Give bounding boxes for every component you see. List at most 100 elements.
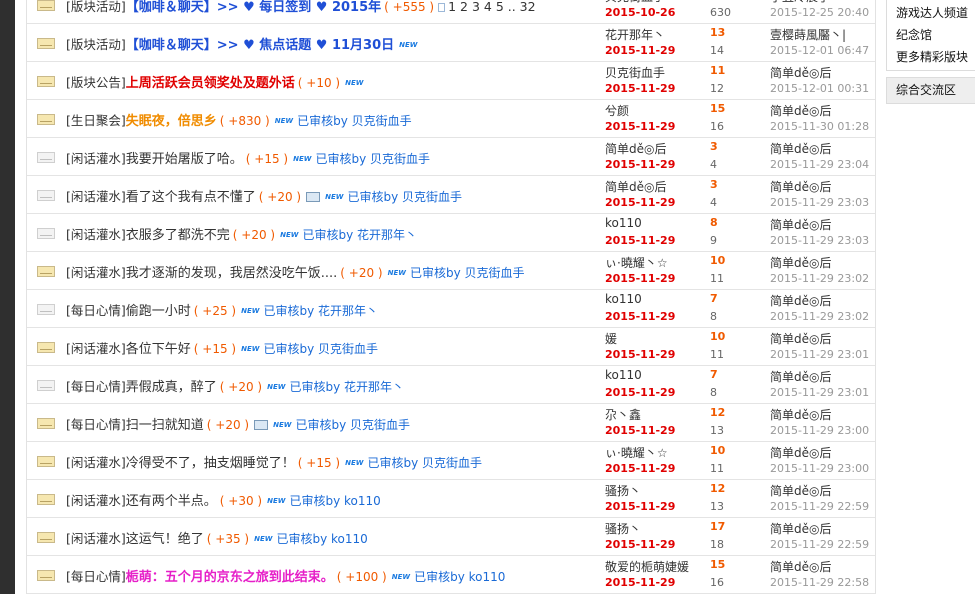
table-row[interactable]: [闲话灌水]这运气！绝了( +35 ) NEW 已审核by ko110 骚扬丶 2015…	[27, 518, 875, 556]
audit-status-link[interactable]: 已审核by 贝克街血手	[263, 342, 378, 356]
thread-last-post-time[interactable]: 2015-11-29 23:03	[770, 196, 869, 209]
envelope-hot-icon[interactable]	[37, 266, 55, 277]
thread-last-poster[interactable]: 简单dě◎后	[770, 292, 831, 309]
thread-author[interactable]: ぃ·曉耀丶☆	[605, 254, 668, 271]
table-row[interactable]: [版块公告]上周活跃会员领奖处及题外话( +10 ) NEW 贝克街血手 2015-1…	[27, 62, 875, 100]
thread-category[interactable]: [版块活动]	[66, 0, 126, 14]
thread-author[interactable]: 贝克街血手	[605, 64, 665, 81]
thread-category[interactable]: [闲话灌水]	[66, 455, 126, 470]
envelope-hot-icon[interactable]	[37, 0, 55, 11]
audit-status-link[interactable]: 已审核by 贝克街血手	[297, 114, 412, 128]
thread-last-post-time[interactable]: 2015-11-29 23:00	[770, 424, 869, 437]
envelope-hot-icon[interactable]	[37, 532, 55, 543]
thread-category[interactable]: [闲话灌水]	[66, 341, 126, 356]
envelope-hot-icon[interactable]	[37, 494, 55, 505]
table-row[interactable]: [每日心情]扫一扫就知道( +20 ) NEW 已审核by 贝克街血手 尕丶鑫 2015…	[27, 404, 875, 442]
thread-category[interactable]: [版块活动]	[66, 37, 126, 52]
thread-last-post-time[interactable]: 2015-11-29 22:58	[770, 576, 869, 589]
thread-title-link[interactable]: 【咖啡＆聊天】>> ♥ 每日签到 ♥ 2015年	[126, 0, 381, 15]
audit-status-link[interactable]: 已审核by 花开那年丶	[263, 304, 378, 318]
thread-category[interactable]: [闲话灌水]	[66, 151, 126, 166]
thread-category[interactable]: [闲话灌水]	[66, 227, 126, 242]
sidebar-link-game-channel[interactable]: 游戏达人频道	[887, 2, 975, 24]
audit-status-link[interactable]: 已审核by 贝克街血手	[347, 190, 462, 204]
audit-status-link[interactable]: 已审核by 贝克街血手	[367, 456, 482, 470]
thread-last-poster[interactable]: 简单dě◎后	[770, 140, 831, 157]
thread-title-link[interactable]: 各位下午好	[126, 342, 191, 357]
thread-author[interactable]: ko110	[605, 368, 642, 382]
envelope-hot-icon[interactable]	[37, 38, 55, 49]
envelope-hot-icon[interactable]	[37, 76, 55, 87]
table-row[interactable]: [闲话灌水]我才逐渐的发现，我居然没吃午饭....( +20 ) NEW 已审核by…	[27, 252, 875, 290]
envelope-read-icon[interactable]	[37, 304, 55, 315]
thread-author[interactable]: ko110	[605, 216, 642, 230]
envelope-hot-icon[interactable]	[37, 114, 55, 125]
audit-status-link[interactable]: 已审核by 贝克街血手	[315, 152, 430, 166]
audit-status-link[interactable]: 已审核by ko110	[414, 570, 505, 584]
thread-category[interactable]: [闲话灌水]	[66, 531, 126, 546]
thread-category[interactable]: [生日聚会]	[66, 113, 126, 128]
thread-category[interactable]: [闲话灌水]	[66, 493, 126, 508]
thread-author[interactable]: 花开那年丶	[605, 26, 665, 43]
thread-last-poster[interactable]: 简单dě◎后	[770, 406, 831, 423]
audit-status-link[interactable]: 已审核by 贝克街血手	[410, 266, 525, 280]
thread-author[interactable]: 简单dě◎后	[605, 140, 666, 157]
table-row[interactable]: [生日聚会]失眠夜，倍思乡( +830 ) NEW 已审核by 贝克街血手 兮颜 201…	[27, 100, 875, 138]
thread-title-link[interactable]: 扫一扫就知道	[126, 418, 204, 433]
thread-last-poster[interactable]: 小丑冷晨了	[770, 0, 830, 5]
table-row[interactable]: [闲话灌水]衣服多了都洗不完( +20 ) NEW 已审核by 花开那年丶 ko110…	[27, 214, 875, 252]
thread-last-poster[interactable]: 简单dě◎后	[770, 368, 831, 385]
thread-author[interactable]: 敬爱的栀萌婕媛	[605, 558, 689, 575]
thread-author[interactable]: 贝克街血手	[605, 0, 665, 5]
envelope-hot-icon[interactable]	[37, 456, 55, 467]
thread-last-poster[interactable]: 简单dě◎后	[770, 330, 831, 347]
thread-last-post-time[interactable]: 2015-11-29 22:59	[770, 538, 869, 551]
envelope-hot-icon[interactable]	[37, 418, 55, 429]
thread-title-link[interactable]: 我才逐渐的发现，我居然没吃午饭....	[126, 266, 338, 281]
thread-last-post-time[interactable]: 2015-11-30 01:28	[770, 120, 869, 133]
thread-title-link[interactable]: 【咖啡＆聊天】>> ♥ 焦点话题 ♥ 11月30日	[126, 38, 394, 53]
thread-title-link[interactable]: 我要开始屠版了哈。	[126, 152, 243, 167]
thread-category[interactable]: [每日心情]	[66, 417, 126, 432]
thread-last-poster[interactable]: 壹樱蒔風靨丶|	[770, 26, 846, 43]
thread-title-link[interactable]: 冷得受不了，抽支烟睡觉了！	[126, 456, 295, 471]
thread-author[interactable]: 骚扬丶	[605, 520, 641, 537]
sidebar-link-more-boards[interactable]: 更多精彩版块	[887, 46, 975, 68]
thread-last-post-time[interactable]: 2015-11-29 23:04	[770, 158, 869, 171]
table-row[interactable]: [闲话灌水]冷得受不了，抽支烟睡觉了！( +15 ) NEW 已审核by 贝克街血手…	[27, 442, 875, 480]
thread-author[interactable]: ぃ·曉耀丶☆	[605, 444, 668, 461]
thread-category[interactable]: [每日心情]	[66, 569, 126, 584]
thread-last-poster[interactable]: 简单dě◎后	[770, 482, 831, 499]
envelope-hot-icon[interactable]	[37, 570, 55, 581]
thread-last-post-time[interactable]: 2015-11-29 22:59	[770, 500, 869, 513]
thread-category[interactable]: [闲话灌水]	[66, 265, 126, 280]
thread-last-post-time[interactable]: 2015-12-25 20:40	[770, 6, 869, 19]
thread-last-post-time[interactable]: 2015-11-29 23:00	[770, 462, 869, 475]
thread-category[interactable]: [版块公告]	[66, 75, 126, 90]
thread-last-poster[interactable]: 简单dě◎后	[770, 64, 831, 81]
audit-status-link[interactable]: 已审核by 花开那年丶	[289, 380, 404, 394]
thread-last-post-time[interactable]: 2015-11-29 23:01	[770, 386, 869, 399]
thread-author[interactable]: 兮颜	[605, 102, 629, 119]
thread-last-post-time[interactable]: 2015-11-29 23:03	[770, 234, 869, 247]
audit-status-link[interactable]: 已审核by 贝克街血手	[295, 418, 410, 432]
envelope-hot-icon[interactable]	[37, 342, 55, 353]
thread-author[interactable]: ko110	[605, 292, 642, 306]
table-row[interactable]: [每日心情]偷跑一小时( +25 ) NEW 已审核by 花开那年丶 ko110 201…	[27, 290, 875, 328]
thread-last-post-time[interactable]: 2015-11-29 23:01	[770, 348, 869, 361]
table-row[interactable]: [每日心情]弄假成真，醉了( +20 ) NEW 已审核by 花开那年丶 ko110 2…	[27, 366, 875, 404]
thread-title-link[interactable]: 上周活跃会员领奖处及题外话	[126, 76, 295, 91]
thread-category[interactable]: [每日心情]	[66, 303, 126, 318]
thread-title-link[interactable]: 失眠夜，倍思乡	[126, 114, 217, 129]
thread-last-post-time[interactable]: 2015-12-01 00:31	[770, 82, 869, 95]
thread-last-poster[interactable]: 简单dě◎后	[770, 102, 831, 119]
thread-last-poster[interactable]: 简单dě◎后	[770, 558, 831, 575]
thread-pagination[interactable]: 1 2 3 4 5 .. 32	[448, 0, 535, 14]
table-row[interactable]: [每日心情]栀萌：五个月的京东之旅到此结束。( +100 ) NEW 已审核by k…	[27, 556, 875, 594]
table-row[interactable]: [闲话灌水]我要开始屠版了哈。( +15 ) NEW 已审核by 贝克街血手 简单dě…	[27, 138, 875, 176]
envelope-read-icon[interactable]	[37, 228, 55, 239]
thread-author[interactable]: 骚扬丶	[605, 482, 641, 499]
thread-author[interactable]: 尕丶鑫	[605, 406, 641, 423]
table-row[interactable]: [闲话灌水]还有两个半点。( +30 ) NEW 已审核by ko110 骚扬丶 201…	[27, 480, 875, 518]
envelope-read-icon[interactable]	[37, 152, 55, 163]
